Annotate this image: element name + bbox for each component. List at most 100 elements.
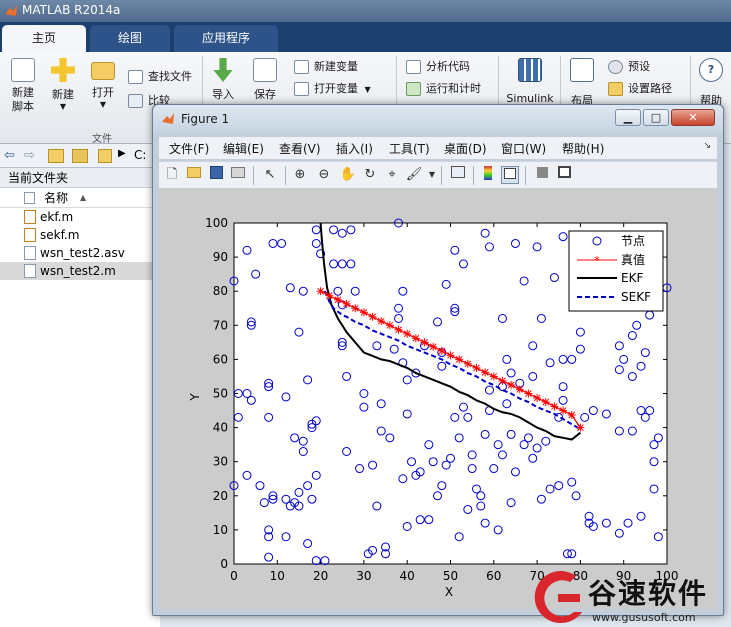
figure-title: Figure 1 [181,112,230,126]
new-variable-button[interactable]: 新建变量 [294,58,358,76]
folder-icon [98,149,112,163]
m-file-icon [24,210,36,224]
menu-tools[interactable]: 工具(T) [389,140,430,157]
menu-desktop[interactable]: 桌面(D) [444,140,487,157]
run-and-time-button[interactable]: 运行和计时 [406,80,481,98]
pan-hand-icon[interactable]: ✋ [339,166,357,184]
new-label: 新建 [52,88,74,101]
zoom-out-icon[interactable]: ⊖ [315,166,333,184]
show-plot-tools-icon[interactable] [555,166,573,184]
figure-window[interactable]: Figure 1 ▁ □ ✕ 文件(F) 编辑(E) 查看(V) 插入(I) 工… [152,104,724,616]
x-tick-label: 60 [486,569,501,583]
new-figure-icon[interactable]: 🗋 [163,166,181,184]
y-axis-label: Y [188,393,202,402]
true-star-marker [316,287,325,296]
maximize-button[interactable]: □ [643,109,669,126]
true-star-marker [437,346,446,355]
chart-legend[interactable]: 节点 * 真值 EKF SEKF [568,230,664,312]
tab-plots[interactable]: 绘图 [90,25,170,52]
toolbar-separator [525,166,526,185]
open-variable-label: 打开变量 [314,82,358,95]
dock-arrow-icon[interactable]: ↘ [703,141,711,151]
help-button[interactable]: ? 帮助 [696,58,726,108]
true-star-marker [550,402,559,411]
true-star-marker [507,380,516,389]
set-path-button[interactable]: 设置路径 [608,80,672,98]
save-workspace-button[interactable]: 保存 [250,58,280,102]
tab-apps[interactable]: 应用程序 [174,25,278,52]
file-name: sekf.m [40,228,80,242]
toolbar-separator [285,166,286,185]
legend-icon[interactable] [501,166,519,184]
find-files-button[interactable]: 查找文件 [128,68,192,86]
name-column-header[interactable]: 名称 ▲ [0,188,160,208]
menu-insert[interactable]: 插入(I) [336,140,373,157]
preferences-button[interactable]: 预设 [608,58,650,76]
colorbar-icon[interactable] [479,166,497,184]
menu-view[interactable]: 查看(V) [279,140,321,157]
simulink-icon [518,58,542,82]
app-title: MATLAB R2014a [22,3,121,17]
up-folder-icon[interactable] [48,149,64,163]
figure-canvas[interactable]: 0 10 20 30 40 50 60 70 80 90 100 0 10 20 30 40 50 60 70 80 9… [159,189,717,609]
forward-arrow-icon[interactable]: ⇨ [24,148,35,163]
layout-button[interactable]: 布局 [566,58,598,108]
file-list-item-selected[interactable]: wsn_test2.m [0,262,160,280]
y-tick-label: 90 [213,250,228,264]
brush-dropdown-icon[interactable]: ▼ [423,166,441,184]
close-button[interactable]: ✕ [671,109,715,126]
true-star-marker [411,334,420,343]
print-icon[interactable] [229,166,247,184]
back-arrow-icon[interactable]: ⇦ [4,148,15,163]
new-script-label: 新建 脚本 [12,86,34,113]
y-tick-label: 10 [213,523,228,537]
hide-plot-tools-icon[interactable] [533,166,551,184]
save-icon[interactable] [207,166,225,184]
figure-toolbar: 🗋 ↖ ⊕ ⊖ ✋ ↻ ⌖ 🖌 ▼ [159,161,717,188]
pointer-icon[interactable]: ↖ [261,166,279,184]
analyze-code-button[interactable]: 分析代码 [406,58,470,76]
link-plot-icon[interactable] [449,166,467,184]
true-star-marker [515,385,524,394]
true-star-marker [472,363,481,372]
menu-window[interactable]: 窗口(W) [501,140,546,157]
true-star-marker [394,325,403,334]
import-button[interactable]: 导入 [208,58,238,102]
set-path-label: 设置路径 [628,82,672,95]
x-tick-label: 50 [443,569,458,583]
file-name: ekf.m [40,210,74,224]
new-button[interactable]: 新建 ▼ [48,58,78,111]
rotate-3d-icon[interactable]: ↻ [361,166,379,184]
menu-file[interactable]: 文件(F) [169,140,209,157]
new-variable-icon [294,60,309,74]
file-list-item[interactable]: wsn_test2.asv [0,244,160,262]
matlab-logo-icon [162,113,174,124]
menu-help[interactable]: 帮助(H) [562,140,604,157]
run-and-time-icon [406,82,421,96]
file-type-icon [24,192,35,204]
brush-icon[interactable]: 🖌 [405,166,423,184]
zoom-in-icon[interactable]: ⊕ [291,166,309,184]
open-variable-button[interactable]: 打开变量 ▼ [294,80,371,98]
simulink-button[interactable]: Simulink [506,58,554,105]
open-button[interactable]: 打开 ▼ [88,58,118,109]
asv-file-icon [24,246,36,260]
path-drive[interactable]: C: [134,148,146,162]
new-script-button[interactable]: 新建 脚本 [6,58,40,114]
file-list-item[interactable]: ekf.m [0,208,160,226]
analyze-code-label: 分析代码 [426,60,470,73]
import-arrow-icon [213,58,233,82]
x-tick-label: 30 [356,569,371,583]
menu-edit[interactable]: 编辑(E) [223,140,264,157]
plot-svg[interactable]: 0 10 20 30 40 50 60 70 80 90 100010203040506070809… [159,189,717,609]
tab-home[interactable]: 主页 [2,25,86,52]
file-list-item[interactable]: sekf.m [0,226,160,244]
data-cursor-icon[interactable]: ⌖ [383,166,401,184]
minimize-button[interactable]: ▁ [615,109,641,126]
figure-title-bar[interactable]: Figure 1 ▁ □ ✕ [153,105,723,133]
open-file-icon[interactable] [185,166,203,184]
ribbon-tab-bar: 主页 绘图 应用程序 [0,22,731,52]
folder-icon [91,62,115,80]
browse-folder-icon[interactable] [72,149,88,163]
y-tick-label: 50 [213,387,228,401]
